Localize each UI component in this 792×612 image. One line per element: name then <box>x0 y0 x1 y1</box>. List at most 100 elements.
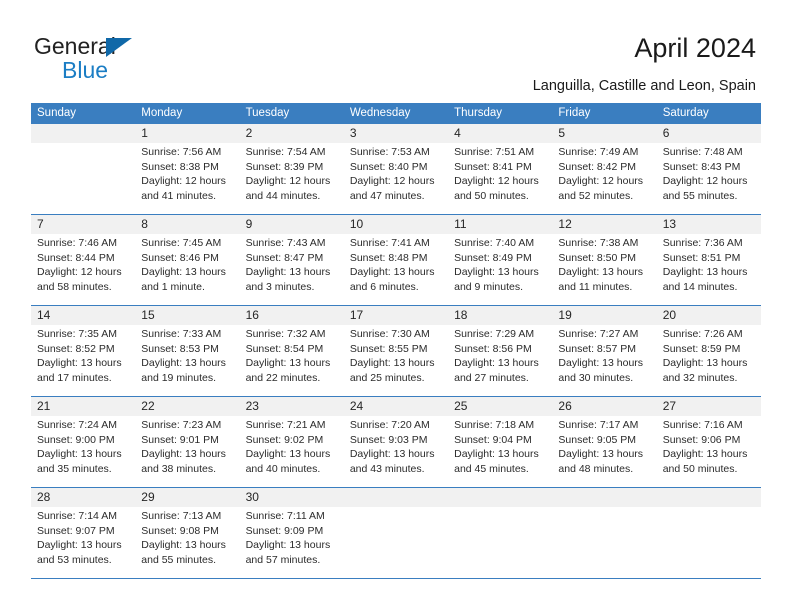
day-cell[interactable]: Sunrise: 7:48 AM Sunset: 8:43 PM Daylight:… <box>657 143 761 214</box>
day-detail-line: and 11 minutes. <box>558 281 633 294</box>
day-number[interactable]: 30 <box>240 488 344 507</box>
day-cell[interactable]: Sunrise: 7:56 AM Sunset: 8:38 PM Daylight:… <box>135 143 239 214</box>
day-number[interactable]: 9 <box>240 215 344 234</box>
day-detail-line: Daylight: 13 hours <box>454 357 539 370</box>
calendar-week-row: 14 15 16 17 18 19 20 Sunrise: 7:35 AM Sunset: 8:… <box>31 305 761 396</box>
day-cell[interactable]: Sunrise: 7:24 AM Sunset: 9:00 PM Daylight:… <box>31 416 135 487</box>
day-detail-line: Sunset: 8:41 PM <box>454 160 532 173</box>
day-cell[interactable]: Sunrise: 7:14 AM Sunset: 9:07 PM Daylight:… <box>31 507 135 578</box>
day-detail-line: Daylight: 13 hours <box>141 448 226 461</box>
day-cell[interactable]: Sunrise: 7:32 AM Sunset: 8:54 PM Daylight:… <box>240 325 344 396</box>
day-detail-line: Daylight: 13 hours <box>662 357 748 370</box>
logo-text-blue: Blue <box>62 57 109 83</box>
day-cell[interactable]: Sunrise: 7:20 AM Sunset: 9:03 PM Daylight:… <box>344 416 448 487</box>
week-day-detail-band: Sunrise: 7:35 AM Sunset: 8:52 PM Daylight:… <box>31 325 761 396</box>
day-number[interactable]: 3 <box>344 124 448 143</box>
day-number[interactable]: 26 <box>552 397 656 416</box>
day-detail-line: Sunrise: 7:48 AM <box>662 146 743 158</box>
day-cell[interactable]: Sunrise: 7:29 AM Sunset: 8:56 PM Daylight:… <box>448 325 552 396</box>
day-number[interactable]: 24 <box>344 397 448 416</box>
weekday-header-tuesday: Tuesday <box>245 107 290 119</box>
day-cell[interactable]: Sunrise: 7:41 AM Sunset: 8:48 PM Daylight:… <box>344 234 448 305</box>
day-cell[interactable]: Sunrise: 7:23 AM Sunset: 9:01 PM Daylight:… <box>135 416 239 487</box>
day-detail-line: and 43 minutes. <box>349 463 425 476</box>
day-detail-line: Sunrise: 7:24 AM <box>37 419 117 431</box>
day-detail-line: Daylight: 12 hours <box>141 175 226 188</box>
day-detail-line: Sunrise: 7:26 AM <box>662 328 743 340</box>
day-cell[interactable]: Sunrise: 7:33 AM Sunset: 8:53 PM Daylight:… <box>135 325 239 396</box>
day-cell[interactable]: Sunrise: 7:27 AM Sunset: 8:57 PM Daylight:… <box>552 325 656 396</box>
calendar-bottom-rule <box>31 578 761 579</box>
day-number[interactable]: 15 <box>135 306 239 325</box>
day-cell-empty <box>344 507 448 578</box>
day-detail-line: and 50 minutes. <box>662 463 738 476</box>
day-cell[interactable]: Sunrise: 7:45 AM Sunset: 8:46 PM Daylight:… <box>135 234 239 305</box>
day-cell[interactable]: Sunrise: 7:21 AM Sunset: 9:02 PM Daylight:… <box>240 416 344 487</box>
day-cell[interactable]: Sunrise: 7:18 AM Sunset: 9:04 PM Daylight:… <box>448 416 552 487</box>
day-number-empty <box>552 488 656 507</box>
day-cell[interactable]: Sunrise: 7:13 AM Sunset: 9:08 PM Daylight:… <box>135 507 239 578</box>
day-cell[interactable]: Sunrise: 7:16 AM Sunset: 9:06 PM Daylight:… <box>657 416 761 487</box>
day-cell-empty <box>31 143 135 214</box>
day-detail-line: and 44 minutes. <box>245 190 321 203</box>
day-cell[interactable]: Sunrise: 7:49 AM Sunset: 8:42 PM Daylight:… <box>552 143 656 214</box>
week-day-number-band: 14 15 16 17 18 19 20 <box>31 306 761 325</box>
day-number[interactable]: 29 <box>135 488 239 507</box>
day-cell[interactable]: Sunrise: 7:17 AM Sunset: 9:05 PM Daylight:… <box>552 416 656 487</box>
day-cell[interactable]: Sunrise: 7:11 AM Sunset: 9:09 PM Daylight:… <box>240 507 344 578</box>
day-number[interactable]: 28 <box>31 488 135 507</box>
weekday-header-friday: Friday <box>558 107 591 119</box>
weekday-header-thursday: Thursday <box>454 107 503 119</box>
day-cell[interactable]: Sunrise: 7:51 AM Sunset: 8:41 PM Daylight:… <box>448 143 552 214</box>
day-detail-line: and 19 minutes. <box>141 372 216 385</box>
day-cell[interactable]: Sunrise: 7:43 AM Sunset: 8:47 PM Daylight:… <box>240 234 344 305</box>
day-number[interactable]: 5 <box>552 124 656 143</box>
day-number[interactable]: 10 <box>344 215 448 234</box>
general-blue-logo[interactable]: General Blue <box>34 33 214 85</box>
day-detail-line: Sunrise: 7:13 AM <box>141 510 222 522</box>
day-cell[interactable]: Sunrise: 7:38 AM Sunset: 8:50 PM Daylight:… <box>552 234 656 305</box>
day-number[interactable]: 14 <box>31 306 135 325</box>
day-cell[interactable]: Sunrise: 7:36 AM Sunset: 8:51 PM Daylight:… <box>657 234 761 305</box>
day-number[interactable]: 21 <box>31 397 135 416</box>
day-detail-line: Sunrise: 7:38 AM <box>558 237 639 249</box>
day-detail-line: and 1 minute. <box>141 281 205 294</box>
day-number[interactable]: 23 <box>240 397 344 416</box>
day-detail-line: Sunset: 9:08 PM <box>141 524 219 537</box>
day-number[interactable]: 16 <box>240 306 344 325</box>
day-cell[interactable]: Sunrise: 7:54 AM Sunset: 8:39 PM Daylight:… <box>240 143 344 214</box>
day-detail-line: Sunrise: 7:30 AM <box>349 328 430 340</box>
day-number[interactable]: 22 <box>135 397 239 416</box>
day-number[interactable]: 20 <box>657 306 761 325</box>
day-cell[interactable]: Sunrise: 7:30 AM Sunset: 8:55 PM Daylight:… <box>344 325 448 396</box>
day-number[interactable]: 6 <box>657 124 761 143</box>
day-number[interactable]: 27 <box>657 397 761 416</box>
day-number[interactable]: 13 <box>657 215 761 234</box>
day-cell[interactable]: Sunrise: 7:35 AM Sunset: 8:52 PM Daylight:… <box>31 325 135 396</box>
day-cell[interactable]: Sunrise: 7:40 AM Sunset: 8:49 PM Daylight:… <box>448 234 552 305</box>
day-number[interactable]: 25 <box>448 397 552 416</box>
day-number[interactable]: 4 <box>448 124 552 143</box>
calendar-week-row: 21 22 23 24 25 26 27 Sunrise: 7:24 AM Sunset: 9:… <box>31 396 761 487</box>
day-detail-line: Daylight: 13 hours <box>37 448 122 461</box>
day-number[interactable]: 1 <box>135 124 239 143</box>
day-detail-line: and 30 minutes. <box>558 372 634 385</box>
day-number[interactable]: 8 <box>135 215 239 234</box>
day-cell[interactable]: Sunrise: 7:46 AM Sunset: 8:44 PM Daylight:… <box>31 234 135 305</box>
day-number[interactable]: 19 <box>552 306 656 325</box>
day-number[interactable]: 11 <box>448 215 552 234</box>
day-number[interactable]: 2 <box>240 124 344 143</box>
page-title: April 2024 <box>634 33 756 63</box>
day-detail-line: and 35 minutes. <box>37 463 112 476</box>
day-detail-line: Daylight: 13 hours <box>245 357 331 370</box>
day-cell[interactable]: Sunrise: 7:26 AM Sunset: 8:59 PM Daylight:… <box>657 325 761 396</box>
day-number[interactable]: 17 <box>344 306 448 325</box>
day-detail-line: and 9 minutes. <box>454 281 524 294</box>
day-cell[interactable]: Sunrise: 7:53 AM Sunset: 8:40 PM Daylight:… <box>344 143 448 214</box>
day-number[interactable]: 18 <box>448 306 552 325</box>
day-number[interactable]: 7 <box>31 215 135 234</box>
day-number[interactable]: 12 <box>552 215 656 234</box>
day-detail-line: Daylight: 13 hours <box>454 266 539 279</box>
day-detail-line: Daylight: 12 hours <box>245 175 331 188</box>
week-day-detail-band: Sunrise: 7:46 AM Sunset: 8:44 PM Daylight:… <box>31 234 761 305</box>
